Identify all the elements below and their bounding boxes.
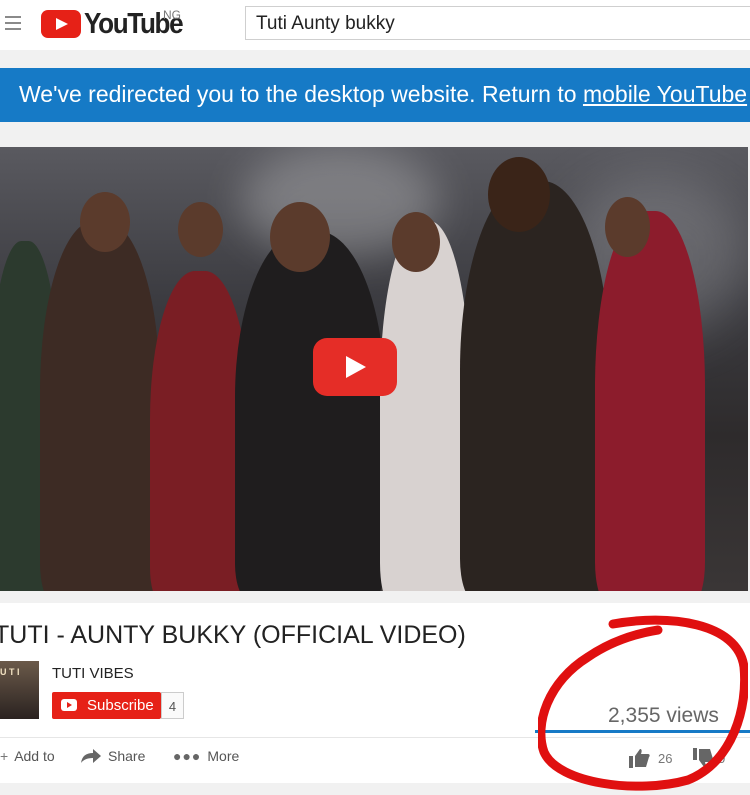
divider bbox=[0, 737, 750, 738]
dancer-head bbox=[392, 212, 440, 272]
subscribe-button[interactable]: Subscribe bbox=[52, 692, 161, 719]
subscribe-label: Subscribe bbox=[87, 697, 154, 714]
channel-avatar[interactable]: U T I bbox=[0, 661, 39, 719]
thumbs-down-icon bbox=[693, 748, 714, 767]
menu-icon[interactable] bbox=[5, 16, 21, 30]
youtube-play-logo-icon bbox=[41, 10, 81, 38]
share-button[interactable]: Share bbox=[80, 748, 145, 764]
play-button[interactable] bbox=[313, 338, 397, 396]
dancer-figure bbox=[380, 221, 470, 591]
banner-message: We've redirected you to the desktop webs… bbox=[19, 81, 583, 107]
avatar-text: U T I bbox=[0, 667, 20, 677]
thumbs-up-icon bbox=[629, 749, 650, 768]
more-button[interactable]: ●●● More bbox=[173, 748, 239, 764]
sentiment-bar bbox=[535, 730, 750, 733]
dancer-figure bbox=[40, 221, 160, 591]
subscriber-count: 4 bbox=[161, 692, 184, 719]
channel-name[interactable]: TUTI VIBES bbox=[52, 665, 134, 682]
dancer-head bbox=[80, 192, 130, 252]
top-bar: YouTube NG Tuti Aunty bukky bbox=[0, 0, 750, 50]
dancer-figure bbox=[235, 231, 385, 591]
country-code: NG bbox=[163, 8, 181, 22]
more-dots-icon: ●●● bbox=[173, 748, 202, 764]
video-title: TUTI - AUNTY BUKKY (OFFICIAL VIDEO) bbox=[0, 621, 466, 649]
mobile-youtube-link[interactable]: mobile YouTube bbox=[583, 81, 747, 107]
youtube-mini-icon bbox=[61, 699, 77, 711]
share-arrow-icon bbox=[81, 749, 101, 763]
view-count: 2,355 views bbox=[608, 704, 719, 727]
video-info-panel: TUTI - AUNTY BUKKY (OFFICIAL VIDEO) U T … bbox=[0, 603, 750, 783]
like-button[interactable]: 26 bbox=[628, 748, 672, 768]
plus-icon: + bbox=[0, 748, 9, 764]
video-player[interactable] bbox=[0, 147, 748, 591]
dislike-button[interactable]: 0 bbox=[692, 748, 725, 768]
redirect-banner: We've redirected you to the desktop webs… bbox=[0, 68, 750, 122]
dancer-head bbox=[488, 157, 550, 232]
dancer-head bbox=[270, 202, 330, 272]
dancer-figure bbox=[460, 181, 610, 591]
more-label: More bbox=[207, 748, 240, 764]
dancer-head bbox=[178, 202, 223, 257]
add-to-button[interactable]: + Add to bbox=[0, 748, 55, 764]
dancer-head bbox=[605, 197, 650, 257]
search-input[interactable]: Tuti Aunty bukky bbox=[245, 6, 750, 40]
share-label: Share bbox=[108, 748, 146, 764]
like-count: 26 bbox=[658, 750, 673, 766]
dancer-figure bbox=[595, 211, 705, 591]
dislike-count: 0 bbox=[718, 750, 726, 766]
add-to-label: Add to bbox=[14, 748, 55, 764]
